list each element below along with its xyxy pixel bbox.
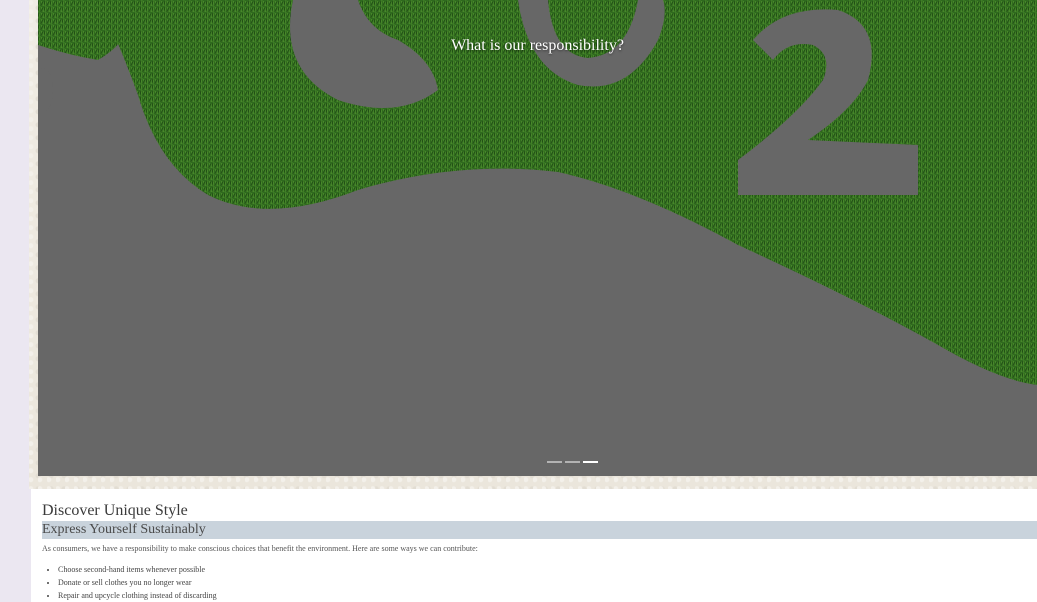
section-title: Discover Unique Style (42, 502, 188, 519)
list-item: Donate or sell clothes you no longer wea… (58, 576, 217, 589)
carousel-indicator-2[interactable] (565, 461, 580, 463)
intro-paragraph: As consumers, we have a responsibility t… (42, 544, 478, 553)
hero-carousel[interactable]: What is our responsibility? (38, 0, 1037, 476)
section-subtitle: Express Yourself Sustainably (42, 521, 1037, 539)
list-item: Choose second-hand items whenever possib… (58, 563, 217, 576)
list-item: Repair and upcycle clothing instead of d… (58, 589, 217, 602)
carousel-indicator-3[interactable] (583, 461, 598, 463)
co2-grass-slide-image (38, 0, 1037, 476)
page-gutter (0, 0, 29, 602)
carousel-indicator-1[interactable] (547, 461, 562, 463)
carousel-indicators (547, 461, 598, 463)
sustainability-tips-list: Choose second-hand items whenever possib… (48, 563, 217, 602)
slide-caption: What is our responsibility? (451, 37, 624, 54)
content-section: Discover Unique Style Express Yourself S… (31, 489, 1037, 602)
